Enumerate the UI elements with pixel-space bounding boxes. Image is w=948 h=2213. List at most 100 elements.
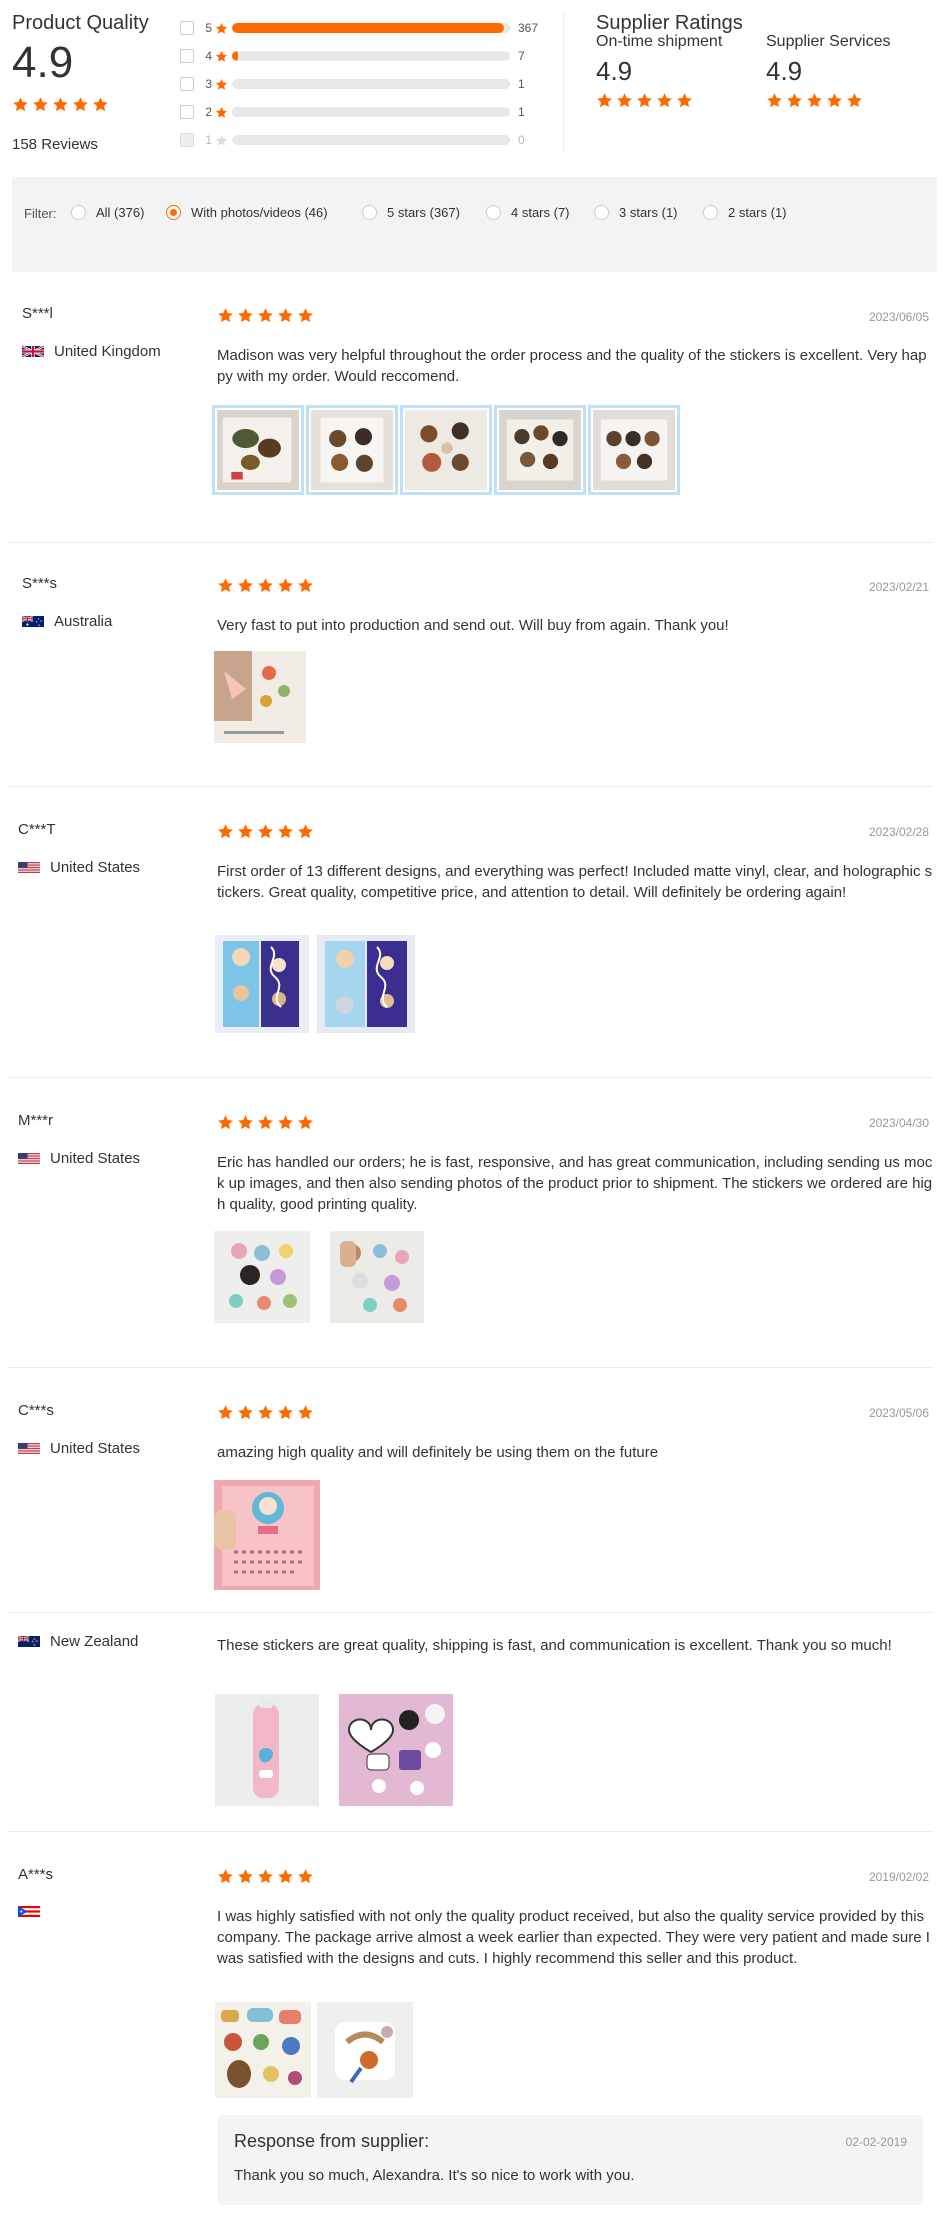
star-icon	[217, 1868, 234, 1885]
supplier-ratings-title: Supplier Ratings	[596, 12, 743, 34]
radio-button[interactable]	[71, 205, 86, 220]
star-icon	[217, 1404, 234, 1421]
review-item: M***r United States 2023/04/30 Eric has …	[8, 1078, 933, 1368]
star-icon	[217, 577, 234, 594]
checkbox[interactable]	[180, 49, 194, 63]
distribution-row-4-stars[interactable]: 4 7	[180, 42, 550, 70]
radio-button[interactable]	[362, 205, 377, 220]
star-icon	[237, 823, 254, 840]
reviewer-name: C***T	[18, 821, 56, 838]
distribution-row-2-stars[interactable]: 2 1	[180, 98, 550, 126]
review-photos	[215, 1694, 453, 1806]
product-quality-score: 4.9	[12, 38, 74, 87]
radio-button[interactable]	[166, 205, 181, 220]
filter-all[interactable]: All (376)	[71, 205, 144, 220]
review-text: Very fast to put into production and sen…	[217, 617, 729, 634]
reviewer-country: Australia	[22, 613, 112, 630]
reviewer-country	[18, 1904, 50, 1919]
star-icon	[277, 1114, 294, 1131]
review-stars	[217, 307, 314, 324]
reviewer-country: United Kingdom	[22, 343, 161, 360]
country-name: Australia	[54, 613, 113, 630]
checkbox[interactable]	[180, 77, 194, 91]
star-icon	[257, 1868, 274, 1885]
reviewer-name: C***s	[18, 1402, 54, 1419]
us-flag-icon	[18, 862, 40, 873]
reviewer-country: United States	[18, 859, 140, 876]
star-icon	[92, 96, 109, 113]
on-time-label: On-time shipment	[596, 33, 723, 50]
review-photo[interactable]	[339, 1694, 453, 1806]
review-photo[interactable]	[317, 935, 415, 1033]
star-icon	[215, 78, 228, 91]
checkbox[interactable]	[180, 105, 194, 119]
distribution-bar	[232, 51, 510, 61]
filter-3-stars[interactable]: 3 stars (1)	[594, 205, 678, 220]
country-name: United States	[50, 1440, 141, 1457]
reviewer-country: United States	[18, 1150, 140, 1167]
star-distribution: 5 367 4 7 3 1 2 1 1 0	[180, 14, 550, 154]
services-stars	[766, 92, 891, 109]
on-time-shipment-rating: On-time shipment 4.9	[596, 33, 722, 109]
star-icon	[636, 92, 653, 109]
review-photo[interactable]	[212, 405, 304, 495]
us-flag-icon	[18, 1153, 40, 1164]
review-date: 2023/04/30	[868, 1116, 929, 1130]
review-photo[interactable]	[215, 935, 309, 1033]
review-photo[interactable]	[214, 1480, 320, 1590]
radio-button[interactable]	[703, 205, 718, 220]
review-item: New Zealand These stickers are great qua…	[8, 1612, 933, 1832]
radio-button[interactable]	[486, 205, 501, 220]
distribution-row-5-stars[interactable]: 5 367	[180, 14, 550, 42]
filter-5-stars[interactable]: 5 stars (367)	[362, 205, 460, 220]
review-photo[interactable]	[588, 405, 680, 495]
review-photo[interactable]	[214, 1231, 310, 1323]
filter-with-photos[interactable]: With photos/videos (46)	[166, 205, 328, 220]
review-photo[interactable]	[494, 405, 586, 495]
star-icon	[215, 134, 228, 147]
star-level: 1	[205, 133, 212, 147]
review-photo[interactable]	[214, 651, 306, 743]
star-icon	[237, 1114, 254, 1131]
star-icon	[237, 1868, 254, 1885]
review-photo[interactable]	[400, 405, 492, 495]
review-photo[interactable]	[306, 405, 398, 495]
radio-button[interactable]	[594, 205, 609, 220]
review-photo[interactable]	[330, 1231, 424, 1323]
star-count: 7	[518, 49, 525, 63]
response-text: Thank you so much, Alexandra. It's so ni…	[234, 2167, 635, 2184]
star-icon	[656, 92, 673, 109]
review-photo[interactable]	[215, 1694, 319, 1806]
star-icon	[217, 307, 234, 324]
filter-4-stars[interactable]: 4 stars (7)	[486, 205, 570, 220]
filter-2-stars[interactable]: 2 stars (1)	[703, 205, 787, 220]
response-date: 02-02-2019	[845, 2135, 907, 2149]
response-title: Response from supplier:	[234, 2131, 430, 2151]
review-photo[interactable]	[317, 2002, 413, 2098]
star-icon	[676, 92, 693, 109]
distribution-row-1-star: 1 0	[180, 126, 550, 154]
distribution-bar	[232, 135, 510, 145]
distribution-row-3-stars[interactable]: 3 1	[180, 70, 550, 98]
star-count: 1	[518, 77, 525, 91]
star-icon	[237, 307, 254, 324]
filter-option-label: With photos/videos (46)	[191, 205, 328, 220]
filter-label: Filter:	[24, 206, 57, 221]
review-photo[interactable]	[215, 2002, 311, 2098]
puerto-rico-flag-icon	[18, 1906, 40, 1917]
country-name: United Kingdom	[54, 343, 161, 360]
australia-flag-icon	[22, 615, 44, 627]
checkbox[interactable]	[180, 21, 194, 35]
star-icon	[277, 1404, 294, 1421]
review-photos	[215, 935, 415, 1033]
star-icon	[72, 96, 89, 113]
review-item: C***s United States 2023/05/06 amazing h…	[8, 1368, 933, 1612]
star-icon	[237, 577, 254, 594]
review-photos	[215, 2002, 413, 2098]
us-flag-icon	[18, 1443, 40, 1454]
review-text: I was highly satisfied with not only the…	[217, 1908, 930, 1967]
review-stars	[217, 823, 314, 840]
star-icon	[277, 307, 294, 324]
star-icon	[217, 1114, 234, 1131]
star-icon	[297, 823, 314, 840]
